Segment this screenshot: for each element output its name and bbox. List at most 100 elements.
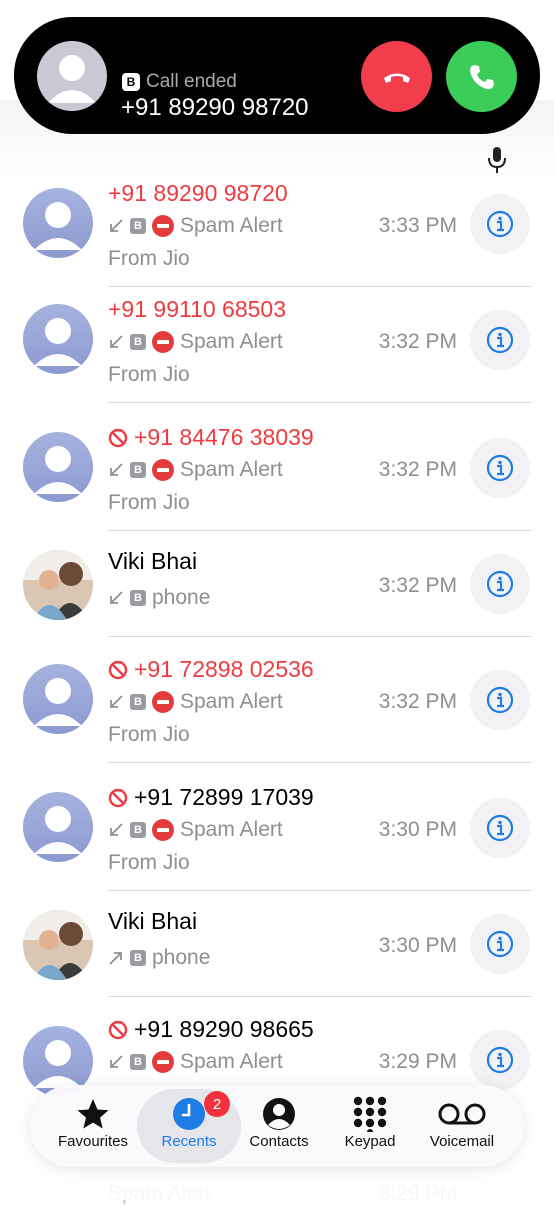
spam-stop-icon	[152, 459, 174, 481]
caller-name-text: +91 72899 17039	[134, 784, 314, 810]
call-time: 3:32 PM	[378, 458, 457, 481]
call-meta: B Spam Alert	[108, 1050, 283, 1074]
info-button[interactable]	[470, 1030, 530, 1090]
caller-name: +91 84476 38039	[108, 424, 314, 451]
contact-avatar	[23, 550, 93, 620]
info-icon	[486, 454, 514, 482]
info-button[interactable]	[470, 194, 530, 254]
call-time: 3:30 PM	[378, 934, 457, 957]
call-meta: B Spam Alert	[108, 458, 283, 482]
call-time: 3:32 PM	[378, 574, 457, 597]
row-divider	[108, 636, 531, 637]
tab-favourites[interactable]: Favourites	[48, 1095, 138, 1150]
call-time: 3:32 PM	[378, 330, 457, 353]
row-divider	[108, 402, 531, 403]
line-badge: B	[130, 462, 146, 478]
call-meta: B Spam Alert	[108, 818, 283, 842]
keypad-icon	[353, 1096, 387, 1132]
line-badge: B	[130, 694, 146, 710]
call-meta: B Spam Alert	[108, 690, 283, 714]
call-back-button[interactable]	[446, 41, 517, 112]
spam-stop-icon	[152, 215, 174, 237]
contact-avatar	[23, 304, 93, 374]
tab-bar: Favourites 2 Recents Contacts Keypad Voi…	[30, 1085, 524, 1167]
tab-label: Favourites	[57, 1133, 129, 1150]
caller-avatar	[37, 41, 107, 111]
blocked-icon	[108, 660, 128, 679]
row-divider	[108, 890, 531, 891]
contact-avatar	[23, 910, 93, 980]
tab-label: Recents	[161, 1133, 217, 1150]
tab-recents[interactable]: 2 Recents	[144, 1091, 234, 1150]
line-badge: B	[130, 822, 146, 838]
tab-label: Keypad	[344, 1133, 396, 1150]
caller-name-text: Viki Bhai	[108, 548, 198, 574]
caller-name: +91 89290 98720	[108, 180, 288, 207]
line-badge: B	[130, 334, 146, 350]
info-icon	[486, 1046, 514, 1074]
info-button[interactable]	[470, 670, 530, 730]
person-circle-icon	[263, 1098, 295, 1130]
carrier-text: From Jio	[108, 491, 190, 514]
line-badge: B	[130, 950, 146, 966]
caller-name-text: +91 89290 98665	[134, 1016, 314, 1042]
call-label: phone	[152, 586, 211, 609]
info-button[interactable]	[470, 310, 530, 370]
call-time: 3:33 PM	[378, 214, 457, 237]
call-ended-banner[interactable]: B Call ended +91 89290 98720	[14, 17, 540, 134]
row-divider	[108, 286, 531, 287]
info-button[interactable]	[470, 798, 530, 858]
contact-avatar	[23, 664, 93, 734]
microphone-icon[interactable]	[486, 146, 508, 179]
call-label: Spam Alert	[180, 458, 283, 481]
decline-call-button[interactable]	[361, 41, 432, 112]
carrier-text: From Jio	[108, 723, 190, 746]
spam-stop-icon	[152, 691, 174, 713]
incoming-arrow-icon	[110, 219, 123, 232]
caller-name: Viki Bhai	[108, 908, 197, 935]
tab-voicemail[interactable]: Voicemail	[417, 1095, 507, 1150]
spam-stop-icon	[152, 331, 174, 353]
phone-icon	[469, 64, 494, 89]
info-icon	[486, 930, 514, 958]
info-icon	[486, 326, 514, 354]
call-label: Spam Alert	[180, 818, 283, 841]
tab-keypad[interactable]: Keypad	[325, 1095, 415, 1150]
bottom-fade	[0, 1170, 554, 1200]
contact-avatar	[23, 792, 93, 862]
recents-badge: 2	[204, 1091, 230, 1117]
incoming-arrow-icon	[110, 823, 123, 836]
info-icon	[486, 686, 514, 714]
spam-stop-icon	[152, 1051, 174, 1073]
tab-contacts[interactable]: Contacts	[234, 1095, 324, 1150]
hang-up-icon	[383, 73, 410, 83]
call-label: Spam Alert	[180, 330, 283, 353]
incoming-arrow-icon	[110, 695, 123, 708]
caller-name: +91 72899 17039	[108, 784, 314, 811]
spam-stop-icon	[152, 819, 174, 841]
voicemail-icon	[438, 1103, 486, 1125]
line-badge: B	[130, 590, 146, 606]
caller-name-text: +91 72898 02536	[134, 656, 314, 682]
line-badge: B	[130, 218, 146, 234]
info-button[interactable]	[470, 554, 530, 614]
carrier-text: From Jio	[108, 247, 190, 270]
info-button[interactable]	[470, 438, 530, 498]
row-divider	[108, 762, 531, 763]
incoming-arrow-icon	[110, 335, 123, 348]
call-meta: Bphone	[108, 946, 210, 970]
caller-name: Viki Bhai	[108, 548, 197, 575]
caller-name: +91 99110 68503	[108, 296, 286, 323]
call-meta: B Spam Alert	[108, 214, 283, 238]
incoming-arrow-icon	[110, 591, 123, 604]
contact-avatar	[23, 432, 93, 502]
call-time: 3:32 PM	[378, 690, 457, 713]
carrier-text: From Jio	[108, 851, 190, 874]
caller-name: +91 89290 98665	[108, 1016, 314, 1043]
info-icon	[486, 814, 514, 842]
info-button[interactable]	[470, 914, 530, 974]
star-icon	[77, 1099, 109, 1129]
info-icon	[486, 210, 514, 238]
blocked-icon	[108, 1020, 128, 1039]
call-status-text: Call ended	[146, 71, 237, 92]
